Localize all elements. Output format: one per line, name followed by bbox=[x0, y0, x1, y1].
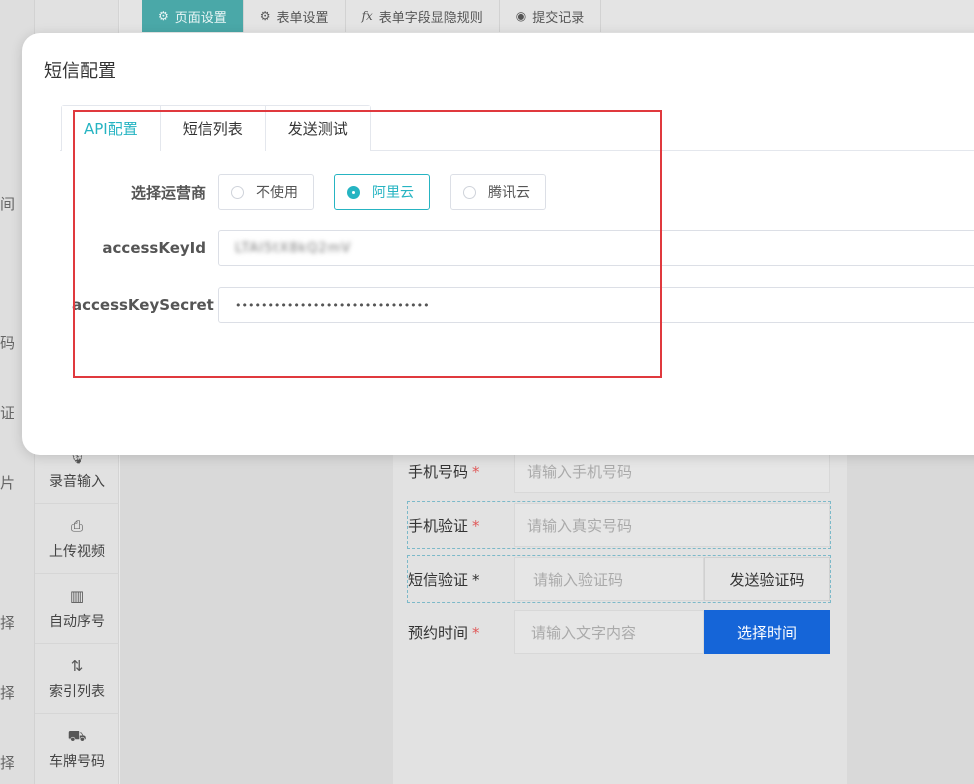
appointment-label: 预约时间 * bbox=[408, 623, 480, 642]
radio-circle bbox=[231, 185, 244, 199]
tool-index-list[interactable]: ⇅ 索引列表 bbox=[35, 643, 119, 713]
radio-circle-checked bbox=[347, 185, 360, 199]
tab-field-visibility-rules[interactable]: fx 表单字段显隐规则 bbox=[346, 0, 500, 32]
sms-verify-label: 短信验证 * bbox=[408, 570, 480, 589]
left-fragment: 证 bbox=[0, 404, 14, 422]
tab-api-config[interactable]: API配置 bbox=[62, 106, 161, 151]
tool-label: 索引列表 bbox=[49, 683, 105, 700]
access-key-secret-label: accessKeySecret bbox=[72, 296, 214, 314]
sms-config-dialog: 短信配置 API配置 短信列表 发送测试 选择运营商 不使用 阿里云 腾讯云 a… bbox=[22, 33, 974, 455]
tab-label: 表单设置 bbox=[276, 10, 329, 26]
tab-label: 提交记录 bbox=[532, 10, 585, 26]
tool-label: 自动序号 bbox=[49, 613, 105, 630]
tool-license-plate[interactable]: ⛟ 车牌号码 bbox=[35, 713, 119, 783]
provider-label: 选择运营商 bbox=[130, 184, 206, 202]
designer-topbar: ⚙ 页面设置 ⚙ 表单设置 fx 表单字段显隐规则 ◉ 提交记录 bbox=[120, 0, 974, 32]
access-key-id-label: accessKeyId bbox=[102, 239, 206, 257]
left-fragment: 择 bbox=[0, 614, 14, 632]
provider-option-label: 腾讯云 bbox=[488, 185, 530, 201]
select-time-button[interactable]: 选择时间 bbox=[704, 610, 830, 654]
function-icon: fx bbox=[361, 9, 373, 23]
phone-verify-label: 手机验证 * bbox=[408, 516, 480, 535]
left-fragment: 间 bbox=[0, 195, 14, 213]
video-camera-icon: ⎙ bbox=[70, 516, 83, 535]
gear-icon: ⚙ bbox=[259, 9, 271, 23]
radio-circle bbox=[463, 185, 476, 199]
access-key-secret-value: •••••••••••••••••••••••••••••• bbox=[235, 298, 430, 312]
barcode-icon: ▥ bbox=[69, 586, 85, 605]
tool-label: 车牌号码 bbox=[49, 753, 105, 770]
tab-submission-records[interactable]: ◉ 提交记录 bbox=[500, 0, 602, 32]
provider-option-tencent[interactable]: 腾讯云 bbox=[450, 174, 546, 210]
phone-input[interactable]: 请输入手机号码 bbox=[514, 449, 830, 493]
tool-auto-number[interactable]: ▥ 自动序号 bbox=[35, 573, 119, 643]
gear-icon: ⚙ bbox=[158, 9, 169, 23]
eye-icon: ◉ bbox=[515, 9, 527, 23]
tool-label: 录音输入 bbox=[49, 473, 105, 490]
sms-code-input[interactable]: 请输入验证码 bbox=[514, 557, 704, 601]
provider-option-aliyun[interactable]: 阿里云 bbox=[334, 174, 430, 210]
access-key-id-input[interactable]: LTAI5tX8kQ2mV bbox=[218, 230, 974, 266]
tool-label: 上传视频 bbox=[49, 543, 105, 560]
left-fragment: 码 bbox=[0, 334, 14, 352]
tab-label: 表单字段显隐规则 bbox=[378, 10, 483, 26]
phone-verify-input[interactable]: 请输入真实号码 bbox=[514, 503, 830, 547]
access-key-id-value: LTAI5tX8kQ2mV bbox=[235, 240, 352, 256]
tab-page-settings[interactable]: ⚙ 页面设置 bbox=[142, 0, 244, 32]
provider-option-none[interactable]: 不使用 bbox=[218, 174, 314, 210]
tab-form-settings[interactable]: ⚙ 表单设置 bbox=[244, 0, 346, 32]
left-fragment: 择 bbox=[0, 684, 14, 702]
sms-verify-row: 短信验证 * 请输入验证码 发送验证码 bbox=[407, 555, 831, 603]
send-code-button[interactable]: 发送验证码 bbox=[704, 557, 830, 601]
left-fragment: 择 bbox=[0, 754, 14, 772]
tab-send-test[interactable]: 发送测试 bbox=[265, 106, 370, 151]
car-icon: ⛟ bbox=[67, 726, 87, 745]
phone-verify-row: 手机验证 * 请输入真实号码 bbox=[407, 501, 831, 549]
tool-upload-video[interactable]: ⎙ 上传视频 bbox=[35, 503, 119, 573]
appointment-row: 预约时间 * 请输入文字内容 选择时间 bbox=[408, 609, 830, 655]
provider-option-label: 不使用 bbox=[256, 185, 298, 201]
tab-label: 页面设置 bbox=[174, 10, 227, 26]
appointment-input[interactable]: 请输入文字内容 bbox=[514, 610, 704, 654]
access-key-secret-input[interactable]: •••••••••••••••••••••••••••••• bbox=[218, 287, 974, 323]
dialog-tabs: API配置 短信列表 发送测试 bbox=[61, 105, 371, 151]
sort-az-icon: ⇅ bbox=[70, 656, 84, 675]
tab-sms-list[interactable]: 短信列表 bbox=[160, 106, 266, 151]
phone-label: 手机号码 * bbox=[408, 462, 480, 481]
form-preview-fields: 手机号码 * 请输入手机号码 手机验证 * 请输入真实号码 短信验证 * 请输入验证码… bbox=[407, 448, 831, 744]
left-fragment: 片 bbox=[0, 474, 14, 492]
dialog-title: 短信配置 bbox=[44, 61, 116, 82]
provider-option-label: 阿里云 bbox=[372, 185, 414, 201]
